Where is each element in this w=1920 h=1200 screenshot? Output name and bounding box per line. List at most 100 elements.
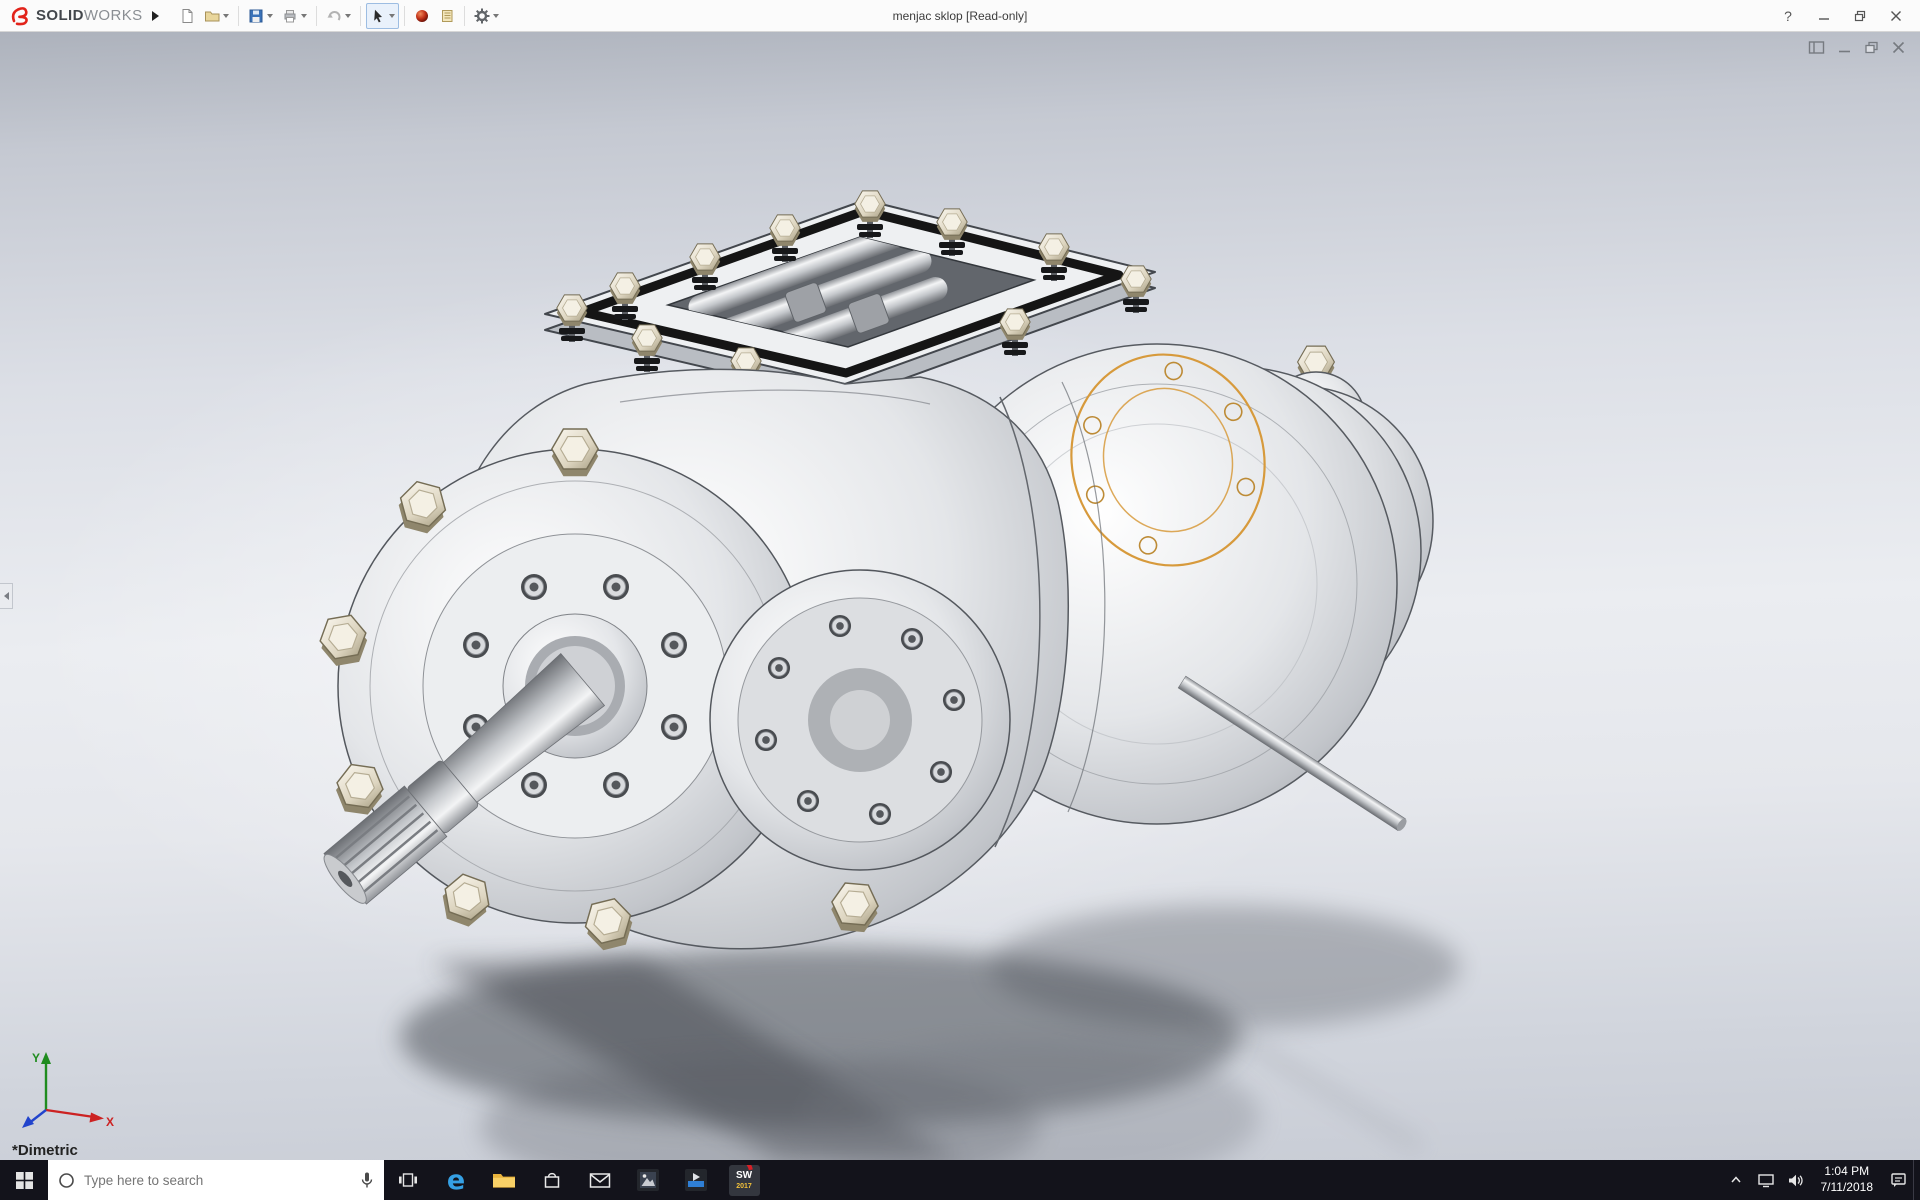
new-document-button[interactable] bbox=[175, 3, 199, 29]
edge-icon: e bbox=[446, 1164, 466, 1196]
dropdown-caret-icon bbox=[492, 13, 499, 18]
taskbar-app-solidworks[interactable]: SW 2017 bbox=[720, 1160, 768, 1200]
appearances-button[interactable] bbox=[410, 3, 434, 29]
solidworks-taskbar-icon: SW 2017 bbox=[728, 1164, 760, 1196]
panel-collapse-arrow[interactable] bbox=[0, 583, 13, 609]
toolbar-separator bbox=[359, 5, 361, 26]
appearance-sphere-icon bbox=[415, 9, 428, 22]
chevron-up-icon bbox=[1730, 1176, 1741, 1183]
start-button[interactable] bbox=[0, 1160, 48, 1200]
open-button[interactable] bbox=[200, 3, 233, 29]
close-button[interactable] bbox=[1878, 2, 1914, 30]
taskbar-app-file-explorer[interactable] bbox=[480, 1160, 528, 1200]
notebook-icon bbox=[441, 9, 453, 22]
task-view-icon bbox=[399, 1173, 417, 1187]
graphics-area[interactable]: Y X *Dimetric bbox=[0, 32, 1920, 1160]
file-explorer-icon bbox=[493, 1174, 515, 1188]
minimize-button[interactable] bbox=[1806, 2, 1842, 30]
left-triangle-icon bbox=[3, 592, 9, 600]
taskbar-clock[interactable]: 1:04 PM 7/11/2018 bbox=[1811, 1160, 1884, 1200]
clock-date: 7/11/2018 bbox=[1820, 1180, 1874, 1194]
document-close-button[interactable] bbox=[1891, 40, 1906, 58]
store-bag-icon bbox=[544, 1172, 560, 1188]
solidworks-badge-year: 2017 bbox=[736, 1182, 752, 1190]
dropdown-caret-icon bbox=[300, 13, 307, 18]
speaker-icon bbox=[1789, 1174, 1803, 1186]
tray-volume-button[interactable] bbox=[1781, 1160, 1811, 1200]
maximize-button[interactable] bbox=[1842, 2, 1878, 30]
taskbar-app-mail[interactable] bbox=[576, 1160, 624, 1200]
close-icon bbox=[1891, 10, 1901, 21]
right-triangle-icon bbox=[152, 10, 160, 21]
dock-panel-icon bbox=[1808, 41, 1825, 54]
taskbar-app-photos[interactable] bbox=[624, 1160, 672, 1200]
minimize-icon bbox=[1819, 17, 1829, 20]
windows-logo-icon bbox=[15, 1171, 33, 1189]
dropdown-caret-icon bbox=[388, 13, 395, 18]
triad-x-label: X bbox=[106, 1115, 114, 1128]
toolbar-separator bbox=[315, 5, 317, 26]
windows-taskbar: e bbox=[0, 1160, 1920, 1200]
taskbar-app-edge[interactable]: e bbox=[432, 1160, 480, 1200]
quick-access-toolbar bbox=[175, 2, 503, 29]
dock-panel-button[interactable] bbox=[1808, 40, 1825, 58]
new-document-icon bbox=[182, 8, 193, 23]
document-minimize-button[interactable] bbox=[1837, 40, 1852, 58]
print-icon bbox=[284, 9, 296, 22]
taskbar-app-media-player[interactable] bbox=[672, 1160, 720, 1200]
solidworks-logo-icon bbox=[11, 6, 28, 25]
hidden-icons-chevron[interactable] bbox=[1721, 1160, 1751, 1200]
close-icon bbox=[1892, 41, 1905, 54]
action-center-button[interactable] bbox=[1883, 1160, 1913, 1200]
menu-expand-arrow[interactable] bbox=[147, 5, 165, 27]
mail-envelope-icon bbox=[589, 1172, 611, 1188]
tray-network-button[interactable] bbox=[1751, 1160, 1781, 1200]
show-desktop-strip[interactable] bbox=[1913, 1160, 1920, 1200]
undo-icon bbox=[327, 10, 341, 21]
model-shadow bbox=[400, 905, 1460, 1160]
gear-icon bbox=[474, 8, 490, 23]
select-tool-button[interactable] bbox=[365, 2, 399, 29]
restore-icon bbox=[1865, 41, 1878, 54]
taskbar-app-store[interactable] bbox=[528, 1160, 576, 1200]
brand-name-light: WORKS bbox=[83, 6, 143, 24]
restore-icon bbox=[1854, 10, 1866, 21]
triad-y-label: Y bbox=[32, 1051, 40, 1065]
titlebar: SOLIDWORKS menjac sklop [Read-only] ? bbox=[0, 0, 1920, 32]
action-center-icon bbox=[1890, 1173, 1906, 1187]
taskbar-search[interactable] bbox=[48, 1160, 384, 1200]
help-button[interactable]: ? bbox=[1770, 2, 1806, 30]
search-input[interactable] bbox=[84, 1172, 351, 1188]
document-title: menjac sklop [Read-only] bbox=[892, 9, 1028, 23]
print-button[interactable] bbox=[278, 3, 311, 29]
clock-time: 1:04 PM bbox=[1824, 1164, 1870, 1179]
minimize-icon bbox=[1839, 50, 1850, 53]
brand-name-bold: SOLID bbox=[36, 6, 84, 24]
view-orientation-label: *Dimetric bbox=[12, 1142, 78, 1159]
network-icon bbox=[1757, 1173, 1774, 1187]
window-controls: ? bbox=[1770, 2, 1914, 30]
solidworks-brand: SOLIDWORKS bbox=[6, 6, 147, 26]
secondary-flange[interactable] bbox=[709, 569, 1011, 871]
dropdown-caret-icon bbox=[344, 13, 351, 18]
solidworks-window: SOLIDWORKS menjac sklop [Read-only] ? Y … bbox=[0, 0, 1920, 1200]
system-tray: 1:04 PM 7/11/2018 bbox=[1721, 1160, 1920, 1200]
media-player-icon bbox=[685, 1169, 707, 1191]
task-view-button[interactable] bbox=[384, 1160, 432, 1200]
photos-icon bbox=[637, 1169, 659, 1191]
solidworks-badge-text: SW bbox=[735, 1169, 753, 1181]
document-window-controls bbox=[1808, 40, 1906, 58]
orientation-triad: Y X bbox=[22, 1051, 114, 1128]
select-cursor-icon bbox=[373, 9, 382, 22]
search-icon bbox=[59, 1172, 74, 1188]
options-button[interactable] bbox=[470, 3, 503, 29]
toolbar-separator bbox=[403, 5, 405, 26]
dropdown-caret-icon bbox=[222, 13, 229, 18]
microphone-icon[interactable] bbox=[360, 1171, 374, 1189]
document-restore-button[interactable] bbox=[1864, 40, 1879, 58]
dropdown-caret-icon bbox=[266, 13, 273, 18]
design-binder-button[interactable] bbox=[435, 3, 459, 29]
save-button[interactable] bbox=[244, 3, 277, 29]
undo-button[interactable] bbox=[322, 3, 355, 29]
gearbox-model-canvas[interactable] bbox=[0, 32, 1920, 1160]
